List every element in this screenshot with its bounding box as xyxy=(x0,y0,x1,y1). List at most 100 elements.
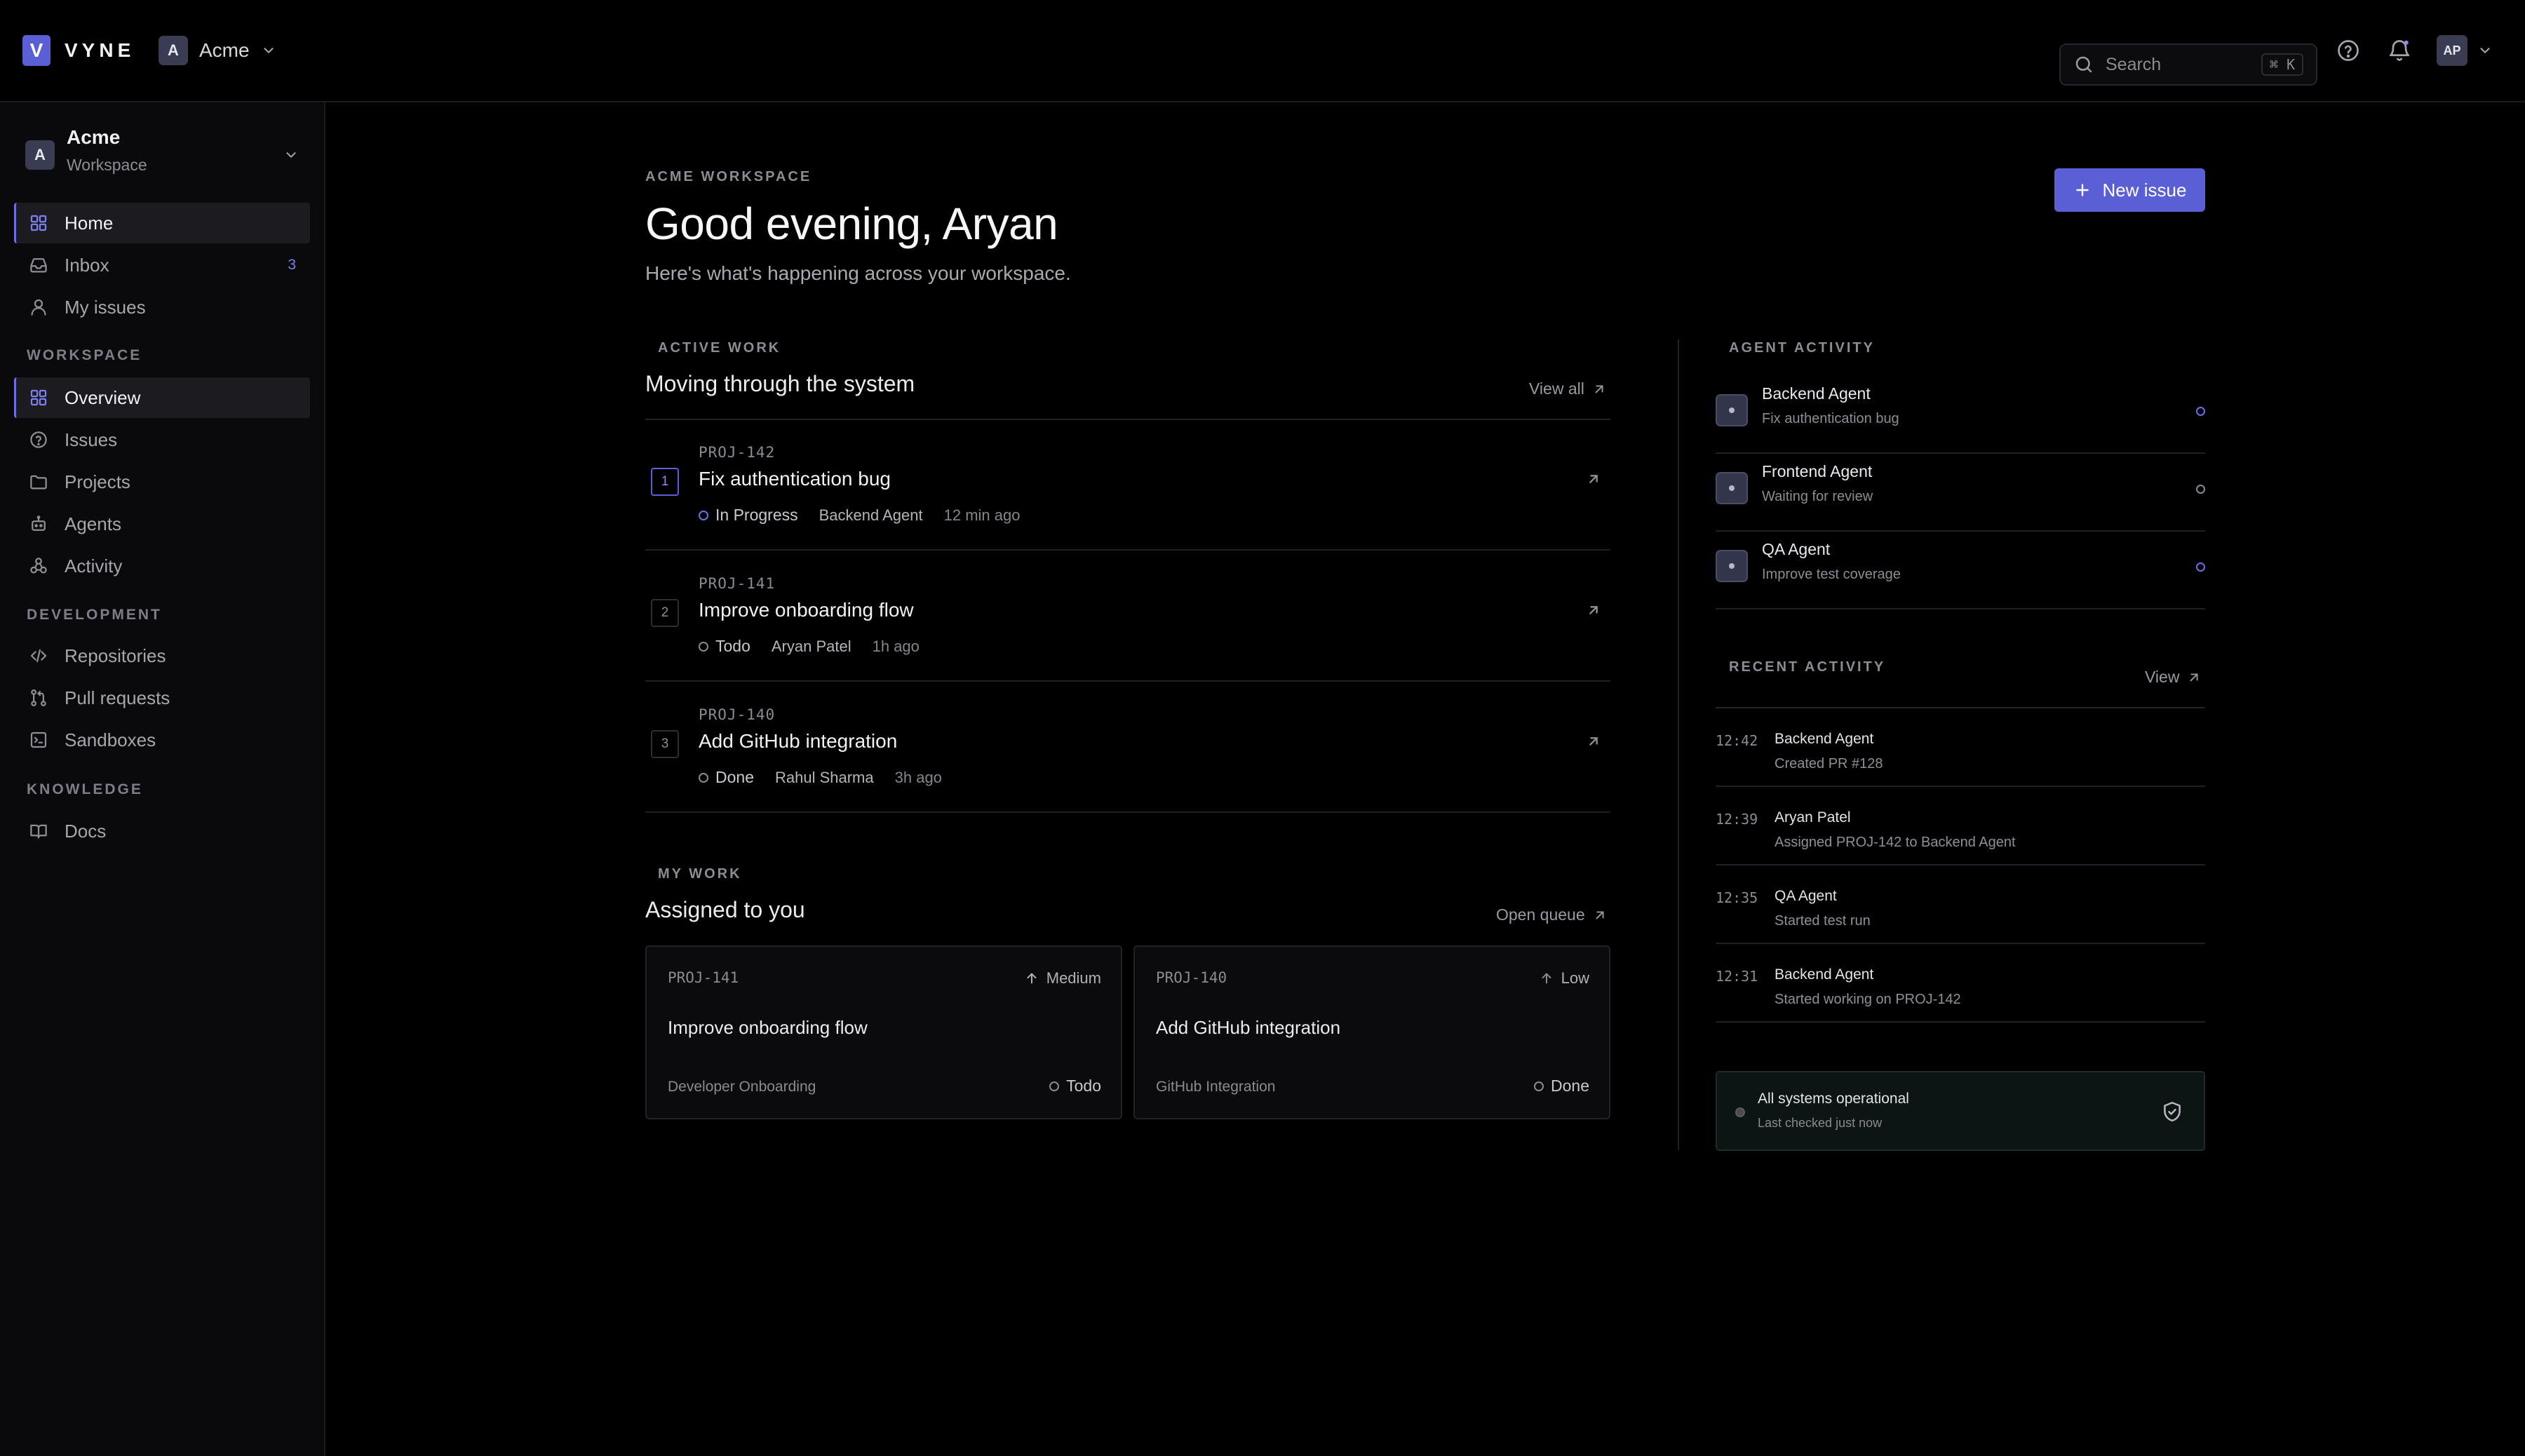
sidebar-item-repositories[interactable]: Repositories xyxy=(14,635,310,676)
bot-icon xyxy=(1716,472,1748,504)
activity-icon xyxy=(30,558,47,574)
agent-row[interactable]: QA Agent Improve test coverage xyxy=(1716,532,2205,609)
sidebar-item-pull-requests[interactable]: Pull requests xyxy=(14,678,310,718)
page-title: Good evening, Aryan xyxy=(645,198,1058,249)
view-all-link[interactable]: View all xyxy=(1529,379,1607,398)
issue-status-label: In Progress xyxy=(715,506,798,524)
bell-icon[interactable] xyxy=(2387,38,2412,63)
activity-actor: QA Agent xyxy=(1775,888,1837,904)
issue-time: 12 min ago xyxy=(943,506,1021,524)
issue-title: Fix authentication bug xyxy=(699,468,891,490)
project-name: Developer Onboarding xyxy=(668,1079,816,1095)
issue-title: Improve onboarding flow xyxy=(699,599,914,621)
view-activity-link[interactable]: View xyxy=(2145,668,2202,687)
issue-status-label: Todo xyxy=(1066,1077,1101,1095)
sidebar-item-label: Projects xyxy=(65,471,130,492)
active-work-row[interactable]: 2 PROJ-141 Improve onboarding flow Todo … xyxy=(645,551,1610,682)
agent-name: Frontend Agent xyxy=(1762,462,1873,480)
system-status-subtitle: Last checked just now xyxy=(1758,1116,1883,1130)
workspace-type: Workspace xyxy=(67,156,147,174)
priority-label: Low xyxy=(1561,969,1589,987)
activity-time: 12:39 xyxy=(1716,811,1758,828)
sidebar-item-overview[interactable]: Overview xyxy=(14,377,310,418)
issue-assignee: Aryan Patel xyxy=(771,637,851,655)
sidebar-item-docs[interactable]: Docs xyxy=(14,811,310,851)
arrow-up-right-icon xyxy=(2190,673,2198,681)
issue-title: Improve onboarding flow xyxy=(668,1017,868,1038)
agent-row[interactable]: Backend Agent Fix authentication bug xyxy=(1716,376,2205,454)
view-activity-label: View xyxy=(2145,668,2180,686)
shield-check-icon xyxy=(2164,1101,2181,1122)
open-external-icon[interactable] xyxy=(1584,600,1603,620)
open-external-icon[interactable] xyxy=(1584,732,1603,751)
priority-label: Medium xyxy=(1046,969,1101,987)
sidebar-item-label: Docs xyxy=(65,820,107,842)
assigned-card[interactable]: PROJ-140 Low Add GitHub integration GitH… xyxy=(1133,945,1610,1119)
workspace-switcher[interactable]: A Acme xyxy=(159,36,276,65)
my-work-eyebrow: MY WORK xyxy=(658,866,742,882)
agent-state-dot xyxy=(2196,407,2205,416)
agent-status: Fix authentication bug xyxy=(1762,411,1899,426)
folder-icon xyxy=(30,475,47,490)
sidebar-item-label: Repositories xyxy=(65,645,166,666)
bot-icon xyxy=(32,515,46,531)
agent-status: Improve test coverage xyxy=(1762,567,1901,582)
agent-status: Waiting for review xyxy=(1762,489,1873,504)
sidebar-item-sandboxes[interactable]: Sandboxes xyxy=(14,720,310,760)
activity-row: 12:35 QA Agent Started test run xyxy=(1716,865,2205,944)
help-circle-icon xyxy=(30,431,47,448)
new-issue-label: New issue xyxy=(2102,179,2187,201)
issue-status: Done xyxy=(699,768,754,787)
status-circle-icon xyxy=(699,772,708,783)
sidebar-item-inbox[interactable]: Inbox 3 xyxy=(14,245,310,285)
workspace-avatar: A xyxy=(159,36,188,65)
sidebar-item-projects[interactable]: Projects xyxy=(14,461,310,502)
activity-actor: Aryan Patel xyxy=(1775,809,1851,825)
sidebar-item-my-issues[interactable]: My issues xyxy=(14,287,310,328)
agent-name: Backend Agent xyxy=(1762,384,1871,403)
issue-meta: Done Rahul Sharma 3h ago xyxy=(699,768,942,787)
issue-id: PROJ-140 xyxy=(699,706,776,723)
row-number: 3 xyxy=(651,730,679,758)
new-issue-button[interactable]: New issue xyxy=(2054,168,2205,212)
system-status-title: All systems operational xyxy=(1758,1091,1909,1107)
sidebar-item-issues[interactable]: Issues xyxy=(14,419,310,460)
open-queue-label: Open queue xyxy=(1496,905,1585,924)
search-input[interactable]: Search ⌘ K xyxy=(2059,43,2317,86)
activity-description: Assigned PROJ-142 to Backend Agent xyxy=(1775,835,2016,850)
status-circle-icon xyxy=(699,510,708,520)
code-icon xyxy=(30,649,47,663)
sidebar-workspace-switcher[interactable]: A Acme Workspace xyxy=(25,125,299,188)
sidebar-item-activity[interactable]: Activity xyxy=(14,546,310,586)
assigned-card[interactable]: PROJ-141 Medium Improve onboarding flow … xyxy=(645,945,1122,1119)
status-circle-icon xyxy=(699,641,708,652)
sidebar-item-home[interactable]: Home xyxy=(14,203,310,243)
active-work-row[interactable]: 3 PROJ-140 Add GitHub integration Done R… xyxy=(645,682,1610,813)
help-icon[interactable] xyxy=(2336,38,2361,63)
agent-row[interactable]: Frontend Agent Waiting for review xyxy=(1716,454,2205,532)
search-placeholder: Search xyxy=(2106,54,2162,74)
my-work-title: Assigned to you xyxy=(645,897,805,922)
chevron-down-icon[interactable] xyxy=(2477,43,2493,58)
arrow-up-icon xyxy=(1542,973,1551,984)
sidebar-item-label: My issues xyxy=(65,296,146,318)
row-number: 1 xyxy=(651,468,679,496)
user-avatar[interactable]: AP xyxy=(2437,35,2467,66)
agent-state-dot xyxy=(2196,485,2205,494)
issue-assignee: Backend Agent xyxy=(819,506,923,524)
open-external-icon[interactable] xyxy=(1584,469,1603,489)
git-pull-request-icon xyxy=(31,689,46,706)
grid-icon xyxy=(30,389,47,406)
sidebar-item-label: Pull requests xyxy=(65,687,170,708)
grid-icon xyxy=(30,215,47,231)
user-icon xyxy=(31,299,46,316)
arrow-up-icon xyxy=(1027,973,1037,984)
recent-activity-eyebrow: RECENT ACTIVITY xyxy=(1729,659,1886,675)
issue-status-label: Done xyxy=(1551,1077,1589,1095)
open-queue-link[interactable]: Open queue xyxy=(1496,905,1608,924)
active-work-row[interactable]: 1 PROJ-142 Fix authentication bug In Pro… xyxy=(645,420,1610,551)
arrow-up-right-icon xyxy=(1596,911,1604,919)
app-logo-mark[interactable]: V xyxy=(22,35,50,66)
sidebar-item-label: Home xyxy=(65,212,114,234)
sidebar-item-agents[interactable]: Agents xyxy=(14,504,310,544)
